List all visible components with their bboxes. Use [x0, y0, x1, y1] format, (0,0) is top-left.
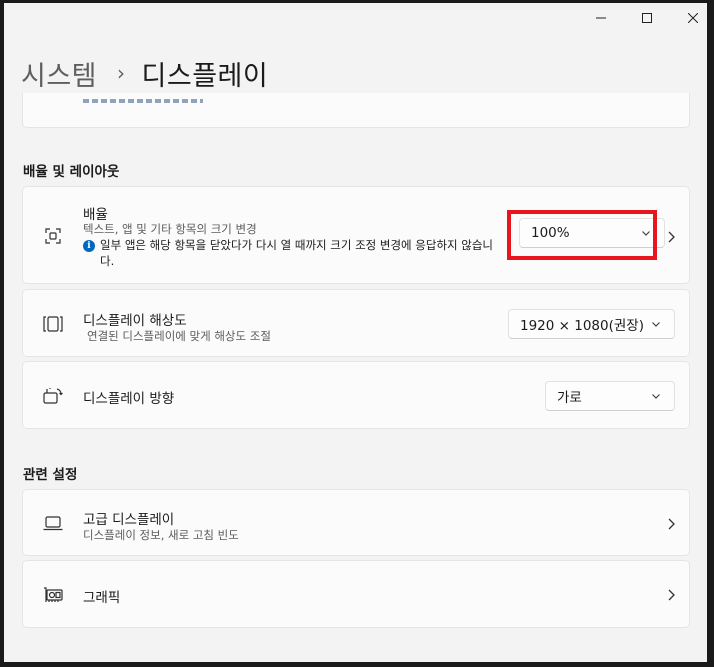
resolution-subtitle: 연결된 디스플레이에 맞게 해상도 조절 — [87, 329, 271, 343]
orientation-title: 디스플레이 방향 — [83, 391, 175, 407]
chevron-right-icon — [668, 589, 675, 601]
advanced-display-card[interactable]: 고급 디스플레이 디스플레이 정보, 새로 고침 빈도 — [22, 489, 690, 556]
clipped-text-remnant — [83, 99, 203, 103]
page-title: 디스플레이 — [141, 60, 269, 92]
orientation-icon — [41, 384, 65, 408]
chevron-right-icon — [668, 518, 675, 530]
orientation-dropdown[interactable]: 가로 — [545, 381, 675, 411]
resolution-dropdown[interactable]: 1920 × 1080(권장) — [508, 309, 675, 339]
graphics-title: 그래픽 — [83, 590, 121, 606]
section-heading-scale-layout: 배율 및 레이아웃 — [23, 164, 120, 180]
orientation-dropdown-value: 가로 — [557, 390, 582, 406]
scale-title: 배율 — [83, 207, 108, 223]
scale-icon — [41, 224, 65, 248]
laptop-icon — [41, 511, 65, 535]
resolution-card: 디스플레이 해상도 연결된 디스플레이에 맞게 해상도 조절 1920 × 10… — [22, 289, 690, 357]
advanced-display-title: 고급 디스플레이 — [83, 512, 175, 528]
close-icon — [688, 13, 698, 23]
minimize-icon — [596, 17, 606, 19]
breadcrumb-separator: › — [117, 61, 126, 85]
scrolled-card-partial — [22, 93, 690, 128]
breadcrumb: 시스템 › 디스플레이 — [21, 51, 268, 95]
maximize-button[interactable] — [624, 3, 670, 33]
graphics-card-icon — [41, 583, 65, 607]
minimize-button[interactable] — [578, 3, 624, 33]
scale-info: i 일부 앱은 해당 항목을 닫았다가 다시 열 때까지 크기 조정 변경에 응… — [83, 237, 495, 269]
section-heading-related: 관련 설정 — [23, 467, 78, 483]
close-button[interactable] — [670, 3, 707, 33]
breadcrumb-system-link[interactable]: 시스템 — [21, 54, 97, 93]
scale-subtitle: 텍스트, 앱 및 기타 항목의 크기 변경 — [83, 222, 257, 236]
resolution-title: 디스플레이 해상도 — [83, 313, 187, 329]
advanced-display-subtitle: 디스플레이 정보, 새로 고침 빈도 — [83, 528, 239, 542]
settings-window: 시스템 › 디스플레이 배율 및 레이아웃 배율 텍스트, 앱 및 기타 항목의… — [4, 3, 707, 662]
chevron-down-icon — [652, 394, 660, 399]
resolution-dropdown-value: 1920 × 1080(권장) — [520, 318, 644, 334]
graphics-card[interactable]: 그래픽 — [22, 560, 690, 628]
chevron-down-icon — [652, 322, 660, 327]
chevron-right-icon[interactable] — [665, 230, 677, 244]
info-icon: i — [83, 240, 95, 252]
orientation-card: 디스플레이 방향 가로 — [22, 361, 690, 429]
maximize-icon — [642, 13, 652, 23]
resolution-icon — [41, 312, 65, 336]
scale-info-text: 일부 앱은 해당 항목을 닫았다가 다시 열 때까지 크기 조정 변경에 응답하… — [100, 238, 494, 268]
highlight-box — [507, 210, 657, 260]
